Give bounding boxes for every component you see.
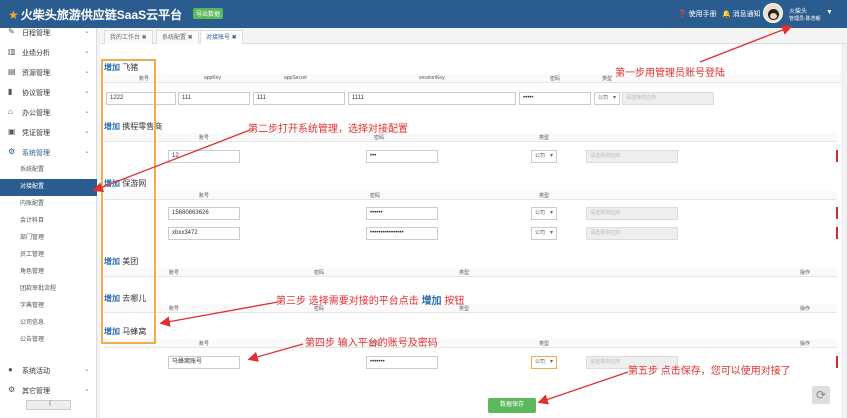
annotation-step4: 第四步 输入平台的账号及密码 — [305, 338, 438, 349]
annotation-step1: 第一步用管理员账号登陆 — [615, 68, 725, 79]
voucher-icon: ▣ — [8, 127, 16, 136]
ctrip-supplier-select[interactable]: 请选择供应商 — [586, 150, 678, 163]
sidebar-sub-internal-config[interactable]: 内账配置 — [0, 196, 97, 213]
chat-icon: ● — [8, 365, 13, 374]
ctrip-password-input[interactable]: ••• — [366, 150, 438, 163]
ctrip-error-mark — [836, 150, 838, 162]
avatar[interactable] — [763, 3, 783, 23]
mafengwo-account-input[interactable]: 马蜂窝账号 — [168, 356, 240, 369]
qunar-table-header: 账号 密码 类型 操作 — [104, 304, 837, 313]
sidebar-item-analysis[interactable]: ▥ 业绩分析 ⌄ — [0, 42, 97, 62]
gear-icon: ⚙ — [8, 147, 16, 156]
baoyou-account-input-2[interactable]: xbxx3472 — [168, 227, 240, 240]
sidebar-sub-company[interactable]: 公司信息 — [0, 315, 97, 332]
chevron-down-icon: ⌄ — [84, 148, 90, 155]
bell-icon: 🔔 — [722, 11, 731, 18]
baoyou-error-mark — [836, 207, 838, 219]
refresh-icon[interactable]: ⟳ — [812, 386, 830, 404]
ctrip-type-select[interactable]: 公司 — [531, 150, 557, 163]
chevron-down-icon: ⌄ — [84, 28, 90, 35]
chevron-down-icon: ⌄ — [84, 108, 90, 115]
tab-bar: 我的工作台 ✖ 系统配置 ✖ 对接账号 ✖ — [100, 28, 847, 44]
cogs-icon: ⚙ — [8, 385, 16, 394]
baoyou-password-input[interactable]: •••••• — [366, 207, 438, 220]
sidebar-sub-notice[interactable]: 公告管理 — [0, 332, 97, 349]
sidebar-item-other[interactable]: ⚙ 其它管理 ⌄ — [0, 380, 97, 400]
bar-chart-icon: ▥ — [8, 47, 16, 56]
sidebar-sub-staff[interactable]: 员工管理 — [0, 247, 97, 264]
app-logo: ★ 火柴头旅游供应链SaaS云平台 — [8, 6, 182, 23]
baoyou-password-input-2[interactable]: •••••••••••••••• — [366, 227, 438, 240]
caret-down-icon[interactable]: ▼ — [826, 9, 833, 16]
sidebar-item-resource[interactable]: ▤ 资源管理 ⌄ — [0, 62, 97, 82]
tab-docking-account[interactable]: 对接账号 ✖ — [200, 30, 243, 44]
mafengwo-table-header: 账号 密码 类型 操作 — [104, 339, 837, 348]
ctrip-table-header: 账号 密码 类型 — [104, 133, 837, 142]
tab-system-config[interactable]: 系统配置 ✖ — [156, 30, 199, 44]
chevron-down-icon: ⌄ — [84, 366, 90, 373]
sidebar: ✎ 日程管理 ⌄ ▥ 业绩分析 ⌄ ▤ 资源管理 ⌄ ▮ 协议管理 ⌄ ⌂ 办公管理 ⌄ ▣ 凭证管理… — [0, 27, 97, 418]
sidebar-sub-accounting[interactable]: 会计科目 — [0, 213, 97, 230]
chevron-down-icon: ⌄ — [84, 128, 90, 135]
annotation-step3: 第三步 选择需要对接的平台点击 增加 按钮 — [276, 296, 465, 307]
feizhu-table-header: 账号 appKey appSecret sessionKey 密码 类型 — [104, 74, 841, 83]
ctrip-account-input[interactable]: 12 — [168, 150, 240, 163]
printer-icon: ⌂ — [8, 107, 13, 116]
meituan-table-header: 账号 密码 类型 操作 — [104, 268, 837, 277]
chevron-down-icon: ⌄ — [84, 48, 90, 55]
baoyou-supplier-select-2[interactable]: 请选择供应商 — [586, 227, 678, 240]
feizhu-sessionkey-input[interactable]: 1111 — [348, 92, 516, 105]
top-bar: ★ 火柴头旅游供应链SaaS云平台 导出数据 ❓ 使用手册 🔔 消息通知 火柴头 … — [0, 0, 847, 28]
sidebar-sub-docking-config[interactable]: 对接配置 — [0, 179, 97, 196]
file-icon: ▮ — [8, 87, 13, 96]
platform-highlight-box — [101, 59, 156, 344]
notify-link[interactable]: 🔔 消息通知 — [722, 9, 761, 19]
sidebar-sub-approval[interactable]: 团款审批流程 — [0, 281, 97, 298]
sidebar-item-activity[interactable]: ● 系统活动 ⌄ — [0, 360, 97, 380]
pencil-icon: ✎ — [8, 27, 15, 36]
sidebar-sub-dictionary[interactable]: 字典管理 — [0, 298, 97, 315]
sidebar-sub-system-config[interactable]: 系统配置 — [0, 162, 97, 179]
mafengwo-password-input[interactable]: ••••••• — [366, 356, 438, 369]
database-icon: ▤ — [8, 67, 16, 76]
sidebar-item-protocol[interactable]: ▮ 协议管理 ⌄ — [0, 82, 97, 102]
sidebar-collapse-button[interactable]: 《 — [26, 400, 71, 410]
chevron-down-icon: ⌄ — [84, 386, 90, 393]
export-tag[interactable]: 导出数据 — [193, 8, 224, 19]
app-title: 火柴头旅游供应链SaaS云平台 — [20, 8, 183, 22]
tab-workbench[interactable]: 我的工作台 ✖ — [104, 30, 153, 44]
help-link[interactable]: ❓ 使用手册 — [678, 9, 717, 19]
annotation-step5: 第五步 点击保存，您可以使用对接了 — [628, 366, 791, 377]
baoyou-supplier-select[interactable]: 请选择供应商 — [586, 207, 678, 220]
sidebar-item-voucher[interactable]: ▣ 凭证管理 ⌄ — [0, 122, 97, 142]
feizhu-appkey-input[interactable]: 111 — [178, 92, 250, 105]
sidebar-sub-role[interactable]: 角色管理 — [0, 264, 97, 281]
star-icon: ★ — [8, 8, 19, 22]
mafengwo-error-mark — [836, 356, 838, 368]
baoyou-type-select-2[interactable]: 公司 — [531, 227, 557, 240]
sidebar-item-system[interactable]: ⚙ 系统管理 ⌄ — [0, 142, 97, 162]
sidebar-item-schedule[interactable]: ✎ 日程管理 ⌄ — [0, 22, 97, 42]
feizhu-appsecret-input[interactable]: 111 — [253, 92, 345, 105]
feizhu-password-input[interactable]: ••••• — [519, 92, 591, 105]
sidebar-sub-department[interactable]: 部门管理 — [0, 230, 97, 247]
user-role: 管理员-陈浩郁 — [789, 16, 821, 22]
save-button[interactable]: 数据保存 — [488, 398, 536, 413]
baoyou-type-select[interactable]: 公司 — [531, 207, 557, 220]
question-icon: ❓ — [678, 11, 687, 18]
mafengwo-type-select[interactable]: 公司 — [531, 356, 557, 369]
baoyou-table-header: 账号 密码 类型 — [104, 191, 837, 200]
annotation-step2: 第二步打开系统管理，选择对接配置 — [248, 124, 408, 135]
sidebar-item-office[interactable]: ⌂ 办公管理 ⌄ — [0, 102, 97, 122]
baoyou-account-input[interactable]: 15680863626 — [168, 207, 240, 220]
chevron-down-icon: ⌄ — [84, 68, 90, 75]
feizhu-type-select[interactable]: 公司 — [594, 92, 620, 105]
user-name: 火柴头 — [789, 9, 808, 15]
feizhu-supplier-select[interactable]: 请选择供应商 — [622, 92, 714, 105]
chevron-down-icon: ⌄ — [84, 88, 90, 95]
baoyou-error-mark-2 — [836, 227, 838, 239]
